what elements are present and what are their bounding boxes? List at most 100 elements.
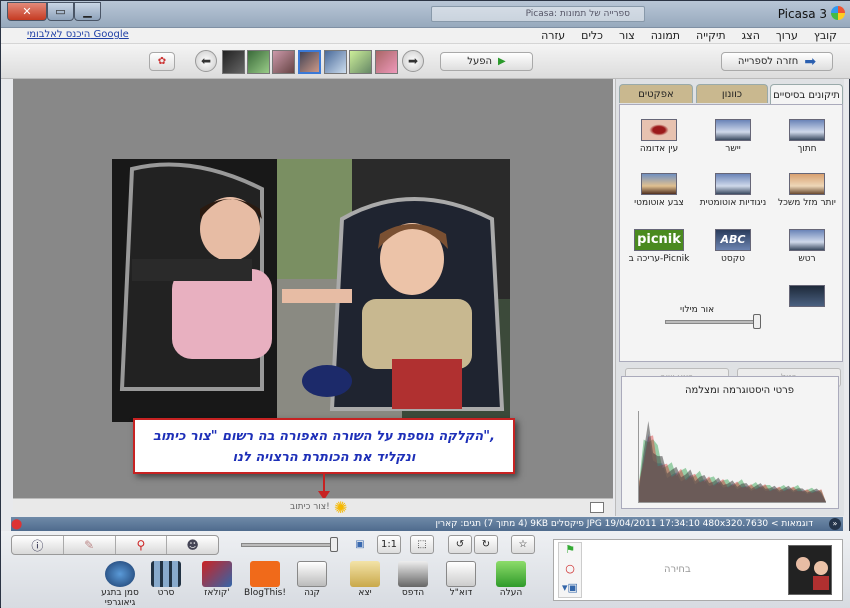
- toolbar: חזרה לספרייה ➡ הפעל ▶ ✿ ⬅ ➡: [1, 44, 850, 79]
- auto-color-tool[interactable]: צבע אוטומטי: [623, 173, 695, 221]
- menu-item[interactable]: הצג: [742, 28, 760, 44]
- fill-light-icon: [789, 285, 825, 307]
- filmstrip-thumbnail[interactable]: [349, 50, 372, 74]
- print-label: הדפס: [401, 588, 425, 598]
- feeling-lucky-tool[interactable]: יותר מזל משכל: [771, 173, 843, 221]
- main-photo[interactable]: [112, 159, 510, 422]
- feeling-lucky-icon: [789, 173, 825, 195]
- selection-tray[interactable]: ⚑ ○ ▾▣ בחירה: [553, 539, 843, 601]
- movie-button[interactable]: סרט: [143, 561, 189, 598]
- picasa-window: ✕ ▭ ▁ Picasa: ספרייה של תמונות Picasa 3 …: [0, 0, 850, 608]
- print-button[interactable]: הדפס: [390, 561, 436, 598]
- crop-tool[interactable]: חתוך: [771, 119, 843, 167]
- status-bar: ⬤ דוגמאות > 7630.JPG 19/04/2011 17:34:10…: [11, 517, 843, 531]
- menu-item[interactable]: צור: [619, 28, 635, 44]
- arrow-left-icon: ⬅: [200, 54, 212, 68]
- caption-toggle-icon[interactable]: [590, 502, 604, 513]
- actual-size-icon[interactable]: 1:1: [377, 535, 401, 554]
- redeye-tool[interactable]: עין אדומה: [623, 119, 695, 167]
- fill-light-preview: [771, 285, 843, 333]
- google-albums-link[interactable]: היכנס לאלבומי Google: [27, 29, 129, 40]
- fill-light-label: אור מילוי: [680, 305, 715, 315]
- arrow-right-icon: ➡: [407, 54, 419, 68]
- filmstrip-thumbnail[interactable]: [222, 50, 245, 74]
- filmstrip-thumbnail[interactable]: [272, 50, 295, 74]
- play-icon: ▶: [498, 56, 506, 67]
- menu-item[interactable]: תיקייה: [696, 28, 726, 44]
- tab-tuning[interactable]: כוונון: [696, 84, 768, 103]
- share-icon[interactable]: ✿: [149, 52, 175, 71]
- next-photo-button[interactable]: ➡: [402, 50, 424, 72]
- auto-color-icon: [641, 173, 677, 195]
- collage-button[interactable]: קולאז': [194, 561, 240, 598]
- menu-item[interactable]: ערוך: [776, 28, 798, 44]
- picnik-tool[interactable]: picnik עריכה ב-Picnik: [623, 229, 695, 277]
- places-pin-icon[interactable]: ⚲: [116, 536, 168, 554]
- export-button[interactable]: יצא: [342, 561, 388, 598]
- picture-icon[interactable]: ▣: [348, 535, 372, 554]
- menu-item[interactable]: קובץ: [814, 28, 837, 44]
- shop-label: קנה: [304, 588, 320, 598]
- filmstrip-icon: [151, 561, 181, 587]
- auto-contrast-tool[interactable]: ניגודיות אוטומטית: [697, 173, 769, 221]
- selected-photo-thumbnail[interactable]: [788, 545, 832, 595]
- rotate-left-icon[interactable]: ↺: [448, 535, 472, 554]
- status-text: דוגמאות > 7630.JPG 19/04/2011 17:34:10 4…: [435, 519, 813, 529]
- people-icon[interactable]: ☻: [167, 536, 218, 554]
- redeye-label: עין אדומה: [639, 144, 679, 154]
- straighten-tool[interactable]: יישר: [697, 119, 769, 167]
- menu-item[interactable]: עזרה: [541, 28, 565, 44]
- fit-window-icon[interactable]: ⬚: [410, 535, 434, 554]
- histogram-channel: [639, 420, 826, 502]
- filmstrip-thumbnail-selected[interactable]: [298, 50, 321, 74]
- email-icon: [446, 561, 476, 587]
- filmstrip-thumbnail[interactable]: [324, 50, 347, 74]
- histogram-title: פרטי היסטוגרמה ומצלמה: [685, 385, 794, 396]
- previous-photo-button[interactable]: ⬅: [195, 50, 217, 72]
- close-button[interactable]: ✕: [7, 2, 47, 21]
- star-icon[interactable]: ☆: [511, 535, 535, 554]
- fill-light-slider-handle[interactable]: [753, 314, 761, 329]
- picasa-logo-icon: [831, 6, 845, 20]
- crop-icon: [789, 119, 825, 141]
- auto-color-label: צבע אוטומטי: [634, 198, 684, 208]
- retouch-tool[interactable]: רטש: [771, 229, 843, 277]
- blogthis-button[interactable]: BlogThis!: [242, 561, 288, 598]
- share-glyph-icon: ✿: [157, 56, 167, 67]
- movie-label: סרט: [157, 588, 175, 598]
- rotate-right-icon[interactable]: ↻: [474, 535, 498, 554]
- upload-button[interactable]: העלה: [488, 561, 534, 598]
- arrow-right-icon: ➡: [804, 53, 817, 70]
- fill-light-slider[interactable]: [665, 320, 760, 324]
- add-to-album-icon[interactable]: ▾▣: [559, 581, 581, 594]
- zoom-slider[interactable]: [241, 543, 336, 547]
- tag-icon[interactable]: ✎: [64, 536, 116, 554]
- filmstrip-thumbnail[interactable]: [375, 50, 398, 74]
- title-url-box: Picasa: ספרייה של תמונות: [431, 6, 645, 22]
- collapse-panel-icon[interactable]: »: [829, 518, 841, 530]
- play-slideshow-button[interactable]: הפעל ▶: [440, 52, 533, 71]
- annotation-callout: הקלקה נוספת על השורה האפורה בה רשום "צור…: [133, 418, 515, 474]
- info-icon[interactable]: ⓘ: [12, 536, 64, 554]
- geotag-pin-icon: ⬤: [11, 519, 23, 530]
- blogger-icon: [250, 561, 280, 587]
- caption-bar[interactable]: צור כיתוב!: [13, 498, 613, 516]
- back-to-library-button[interactable]: חזרה לספרייה ➡: [721, 52, 833, 71]
- filmstrip-thumbnail[interactable]: [247, 50, 270, 74]
- menu-item[interactable]: תמונה: [651, 28, 680, 44]
- email-button[interactable]: דוא"ל: [438, 561, 484, 598]
- auto-contrast-icon: [715, 173, 751, 195]
- geotag-button[interactable]: סמן בתגע גיאוגרפי: [95, 561, 145, 608]
- maximize-button[interactable]: ▭: [47, 2, 74, 21]
- minimize-button[interactable]: ▁: [74, 2, 101, 21]
- caption-placeholder[interactable]: צור כיתוב!: [290, 502, 330, 512]
- text-tool[interactable]: ABC טקסט: [697, 229, 769, 277]
- pin-icon[interactable]: ⚑: [559, 543, 581, 556]
- zoom-slider-handle[interactable]: [330, 537, 338, 552]
- shop-button[interactable]: קנה: [289, 561, 335, 598]
- tab-basic-fixes[interactable]: תיקונים בסיסיים: [770, 84, 843, 105]
- text-tool-label: טקסט: [721, 254, 745, 264]
- clear-selection-icon[interactable]: ○: [559, 562, 581, 575]
- tab-effects[interactable]: אפקטים: [619, 84, 693, 103]
- menu-item[interactable]: כלים: [581, 28, 603, 44]
